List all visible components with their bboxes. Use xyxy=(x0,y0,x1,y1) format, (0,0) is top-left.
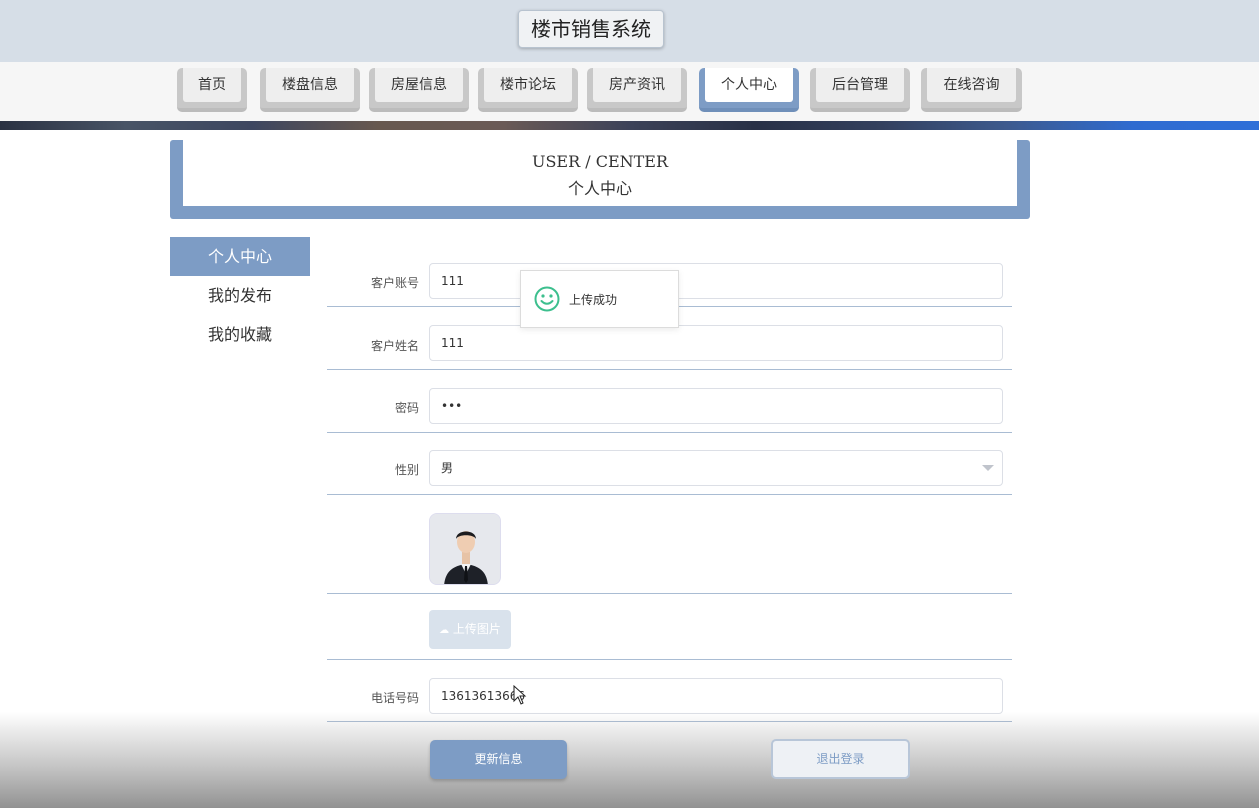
nav-houses[interactable]: 房屋信息 xyxy=(369,68,469,112)
nav-label: 在线咨询 xyxy=(927,68,1016,102)
account-label: 客户账号 xyxy=(370,276,419,290)
section-title-cn: 个人中心 xyxy=(567,179,632,198)
upload-image-button[interactable]: ☁ 上传图片 xyxy=(429,610,511,649)
toast-message: 上传成功 xyxy=(569,293,618,307)
nav-label: 后台管理 xyxy=(816,68,904,102)
cloud-upload-icon: ☁ xyxy=(439,625,450,636)
mouse-cursor-icon xyxy=(513,685,527,705)
banner-image-strip xyxy=(0,121,1259,130)
nav-label: 首页 xyxy=(183,68,241,102)
name-label: 客户姓名 xyxy=(370,339,419,353)
top-header: 楼市销售系统 xyxy=(0,0,1259,62)
person-photo-icon xyxy=(430,514,500,584)
sidebar-item-user-center[interactable]: 个人中心 xyxy=(170,237,310,276)
gender-label: 性别 xyxy=(394,463,419,477)
nav-label: 个人中心 xyxy=(705,68,793,102)
main-nav: 首页 楼盘信息 房屋信息 楼市论坛 房产资讯 个人中心 后台管理 在线咨询 xyxy=(0,62,1259,122)
sidebar-item-my-favorites[interactable]: 我的收藏 xyxy=(170,315,310,354)
bottom-overlay xyxy=(0,712,1259,808)
upload-button-label: 上传图片 xyxy=(452,622,501,636)
nav-user-center[interactable]: 个人中心 xyxy=(699,68,799,112)
nav-home[interactable]: 首页 xyxy=(177,68,247,112)
form-row-avatar xyxy=(327,505,1012,594)
section-header-inner: USER / CENTER 个人中心 xyxy=(183,140,1017,206)
form-row-upload: ☁ 上传图片 xyxy=(327,594,1012,660)
upload-success-toast: 上传成功 xyxy=(520,270,679,328)
chevron-down-icon xyxy=(982,465,994,471)
gender-value: 男 xyxy=(441,461,454,475)
form-row-gender: 性别 男 xyxy=(327,445,1012,495)
sidebar-item-my-posts[interactable]: 我的发布 xyxy=(170,276,310,315)
nav-label: 房屋信息 xyxy=(375,68,463,102)
nav-buildings[interactable]: 楼盘信息 xyxy=(260,68,360,112)
name-input[interactable]: 111 xyxy=(429,325,1003,361)
update-info-button[interactable]: 更新信息 xyxy=(430,740,567,779)
avatar-image xyxy=(429,513,501,585)
password-label: 密码 xyxy=(394,401,419,415)
form-row-password: 密码 ••• xyxy=(327,383,1012,433)
nav-admin[interactable]: 后台管理 xyxy=(810,68,910,112)
nav-label: 房产资讯 xyxy=(593,68,681,102)
password-input[interactable]: ••• xyxy=(429,388,1003,424)
nav-label: 楼市论坛 xyxy=(484,68,572,102)
section-header: USER / CENTER 个人中心 xyxy=(170,140,1030,219)
nav-forum[interactable]: 楼市论坛 xyxy=(478,68,578,112)
nav-consult[interactable]: 在线咨询 xyxy=(921,68,1022,112)
site-title: 楼市销售系统 xyxy=(518,10,664,48)
nav-news[interactable]: 房产资讯 xyxy=(587,68,687,112)
user-sidebar: 个人中心 我的发布 我的收藏 xyxy=(170,237,310,354)
gender-select[interactable]: 男 xyxy=(429,450,1003,486)
smile-icon xyxy=(534,286,560,312)
phone-label: 电话号码 xyxy=(370,691,419,705)
logout-button[interactable]: 退出登录 xyxy=(771,739,910,779)
nav-label: 楼盘信息 xyxy=(266,68,354,102)
section-title-en: USER / CENTER xyxy=(531,152,669,171)
account-input[interactable]: 111 xyxy=(429,263,1003,299)
